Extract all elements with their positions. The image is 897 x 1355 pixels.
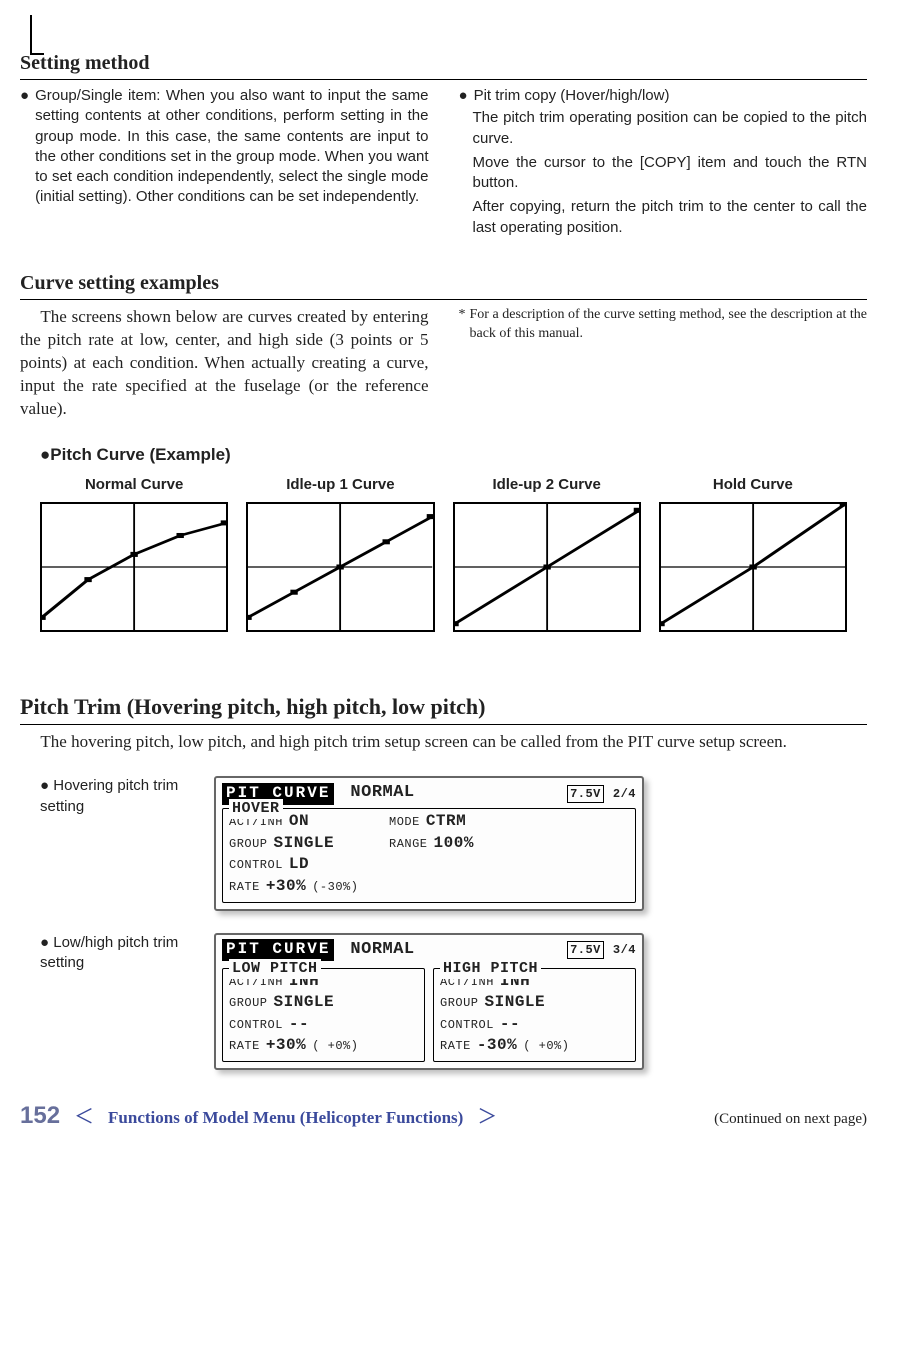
curve-label-idleup2: Idle-up 2 Curve [453, 475, 641, 495]
lcd-legend-low: LOW PITCH [229, 959, 321, 979]
rate-label: RATE [229, 879, 260, 895]
rate-label: RATE [229, 1038, 260, 1054]
control-label: CONTROL [229, 857, 283, 873]
rate-value: -30% [477, 1035, 517, 1057]
battery-icon: 7.5V [567, 941, 604, 959]
curve-label-idleup1: Idle-up 1 Curve [246, 475, 434, 495]
control-value: -- [289, 1014, 309, 1036]
pitch-curve-row: Normal Curve Idle-up 1 Curve Idle-up 2 C… [20, 475, 867, 631]
lcd-condition: NORMAL [350, 939, 414, 962]
chart-idleup1-curve [246, 502, 434, 632]
setting-method-heading: Setting method [20, 50, 867, 80]
footer-title: Functions of Model Menu (Helicopter Func… [108, 1107, 463, 1130]
chart-normal-curve [40, 502, 228, 632]
act-value: ON [289, 811, 309, 833]
bullet-icon: ● [40, 777, 49, 794]
pit-trim-copy-p1: The pitch trim operating position can be… [473, 108, 868, 149]
hovering-pitch-label: Hovering pitch trim setting [40, 777, 178, 814]
lcd-screenshot-lowhigh: PIT CURVE NORMAL 7.5V 3/4 LOW PITCH ACT/… [214, 933, 644, 1070]
continued-note: (Continued on next page) [714, 1109, 867, 1129]
chart-idleup2-curve [453, 502, 641, 632]
pitch-trim-heading: Pitch Trim (Hovering pitch, high pitch, … [20, 692, 867, 726]
battery-icon: 7.5V [567, 785, 604, 803]
group-value: SINGLE [274, 992, 335, 1014]
rate-value: +30% [266, 876, 306, 898]
group-label: GROUP [229, 995, 268, 1011]
pit-trim-copy-title: Pit trim copy (Hover/high/low) [474, 86, 670, 106]
lcd-page: 2/4 [613, 786, 636, 802]
curve-examples-note: For a description of the curve setting m… [470, 306, 868, 421]
mode-value: CTRM [426, 811, 466, 833]
pitch-curve-example-title: ●Pitch Curve (Example) [40, 444, 867, 467]
curve-examples-intro: The screens shown below are curves creat… [20, 306, 429, 421]
rate-label: RATE [440, 1038, 471, 1054]
group-single-description: Group/Single item: When you also want to… [35, 86, 428, 208]
curve-label-normal: Normal Curve [40, 475, 228, 495]
lcd-condition: NORMAL [350, 782, 414, 805]
angle-left-icon: ＜ [74, 1104, 94, 1131]
bullet-icon: ● [459, 86, 468, 106]
pitch-trim-desc: The hovering pitch, low pitch, and high … [20, 731, 867, 754]
bullet-icon: ● [40, 934, 49, 951]
lowhigh-pitch-label: Low/high pitch trim setting [40, 934, 178, 971]
group-value: SINGLE [274, 833, 335, 855]
rate-value: +30% [266, 1035, 306, 1057]
lcd-legend-high: HIGH PITCH [440, 959, 541, 979]
rate-paren: ( +0%) [312, 1038, 358, 1054]
pit-trim-copy-p2: Move the cursor to the [COPY] item and t… [473, 153, 868, 194]
control-value: LD [289, 854, 309, 876]
angle-right-icon: ＞ [477, 1104, 497, 1131]
mode-label: MODE [389, 814, 420, 830]
range-label: RANGE [389, 836, 428, 852]
control-label: CONTROL [229, 1017, 283, 1033]
pit-trim-copy-p3: After copying, return the pitch trim to … [473, 197, 868, 238]
group-label: GROUP [440, 995, 479, 1011]
asterisk-icon: * [459, 306, 466, 421]
chart-hold-curve [659, 502, 847, 632]
bullet-icon: ● [20, 86, 29, 208]
group-label: GROUP [229, 836, 268, 852]
rate-paren: ( +0%) [523, 1038, 569, 1054]
control-label: CONTROL [440, 1017, 494, 1033]
control-value: -- [500, 1014, 520, 1036]
curve-examples-heading: Curve setting examples [20, 270, 867, 300]
range-value: 100% [434, 833, 474, 855]
rate-paren: (-30%) [312, 879, 358, 895]
page-number: 152 [20, 1100, 60, 1132]
lcd-legend-hover: HOVER [229, 799, 283, 819]
lcd-page: 3/4 [613, 942, 636, 958]
lcd-screenshot-hover: PIT CURVE NORMAL 7.5V 2/4 HOVER ACT/INHO… [214, 776, 644, 910]
page-corner-tab [30, 15, 44, 55]
group-value: SINGLE [485, 992, 546, 1014]
curve-label-hold: Hold Curve [659, 475, 847, 495]
